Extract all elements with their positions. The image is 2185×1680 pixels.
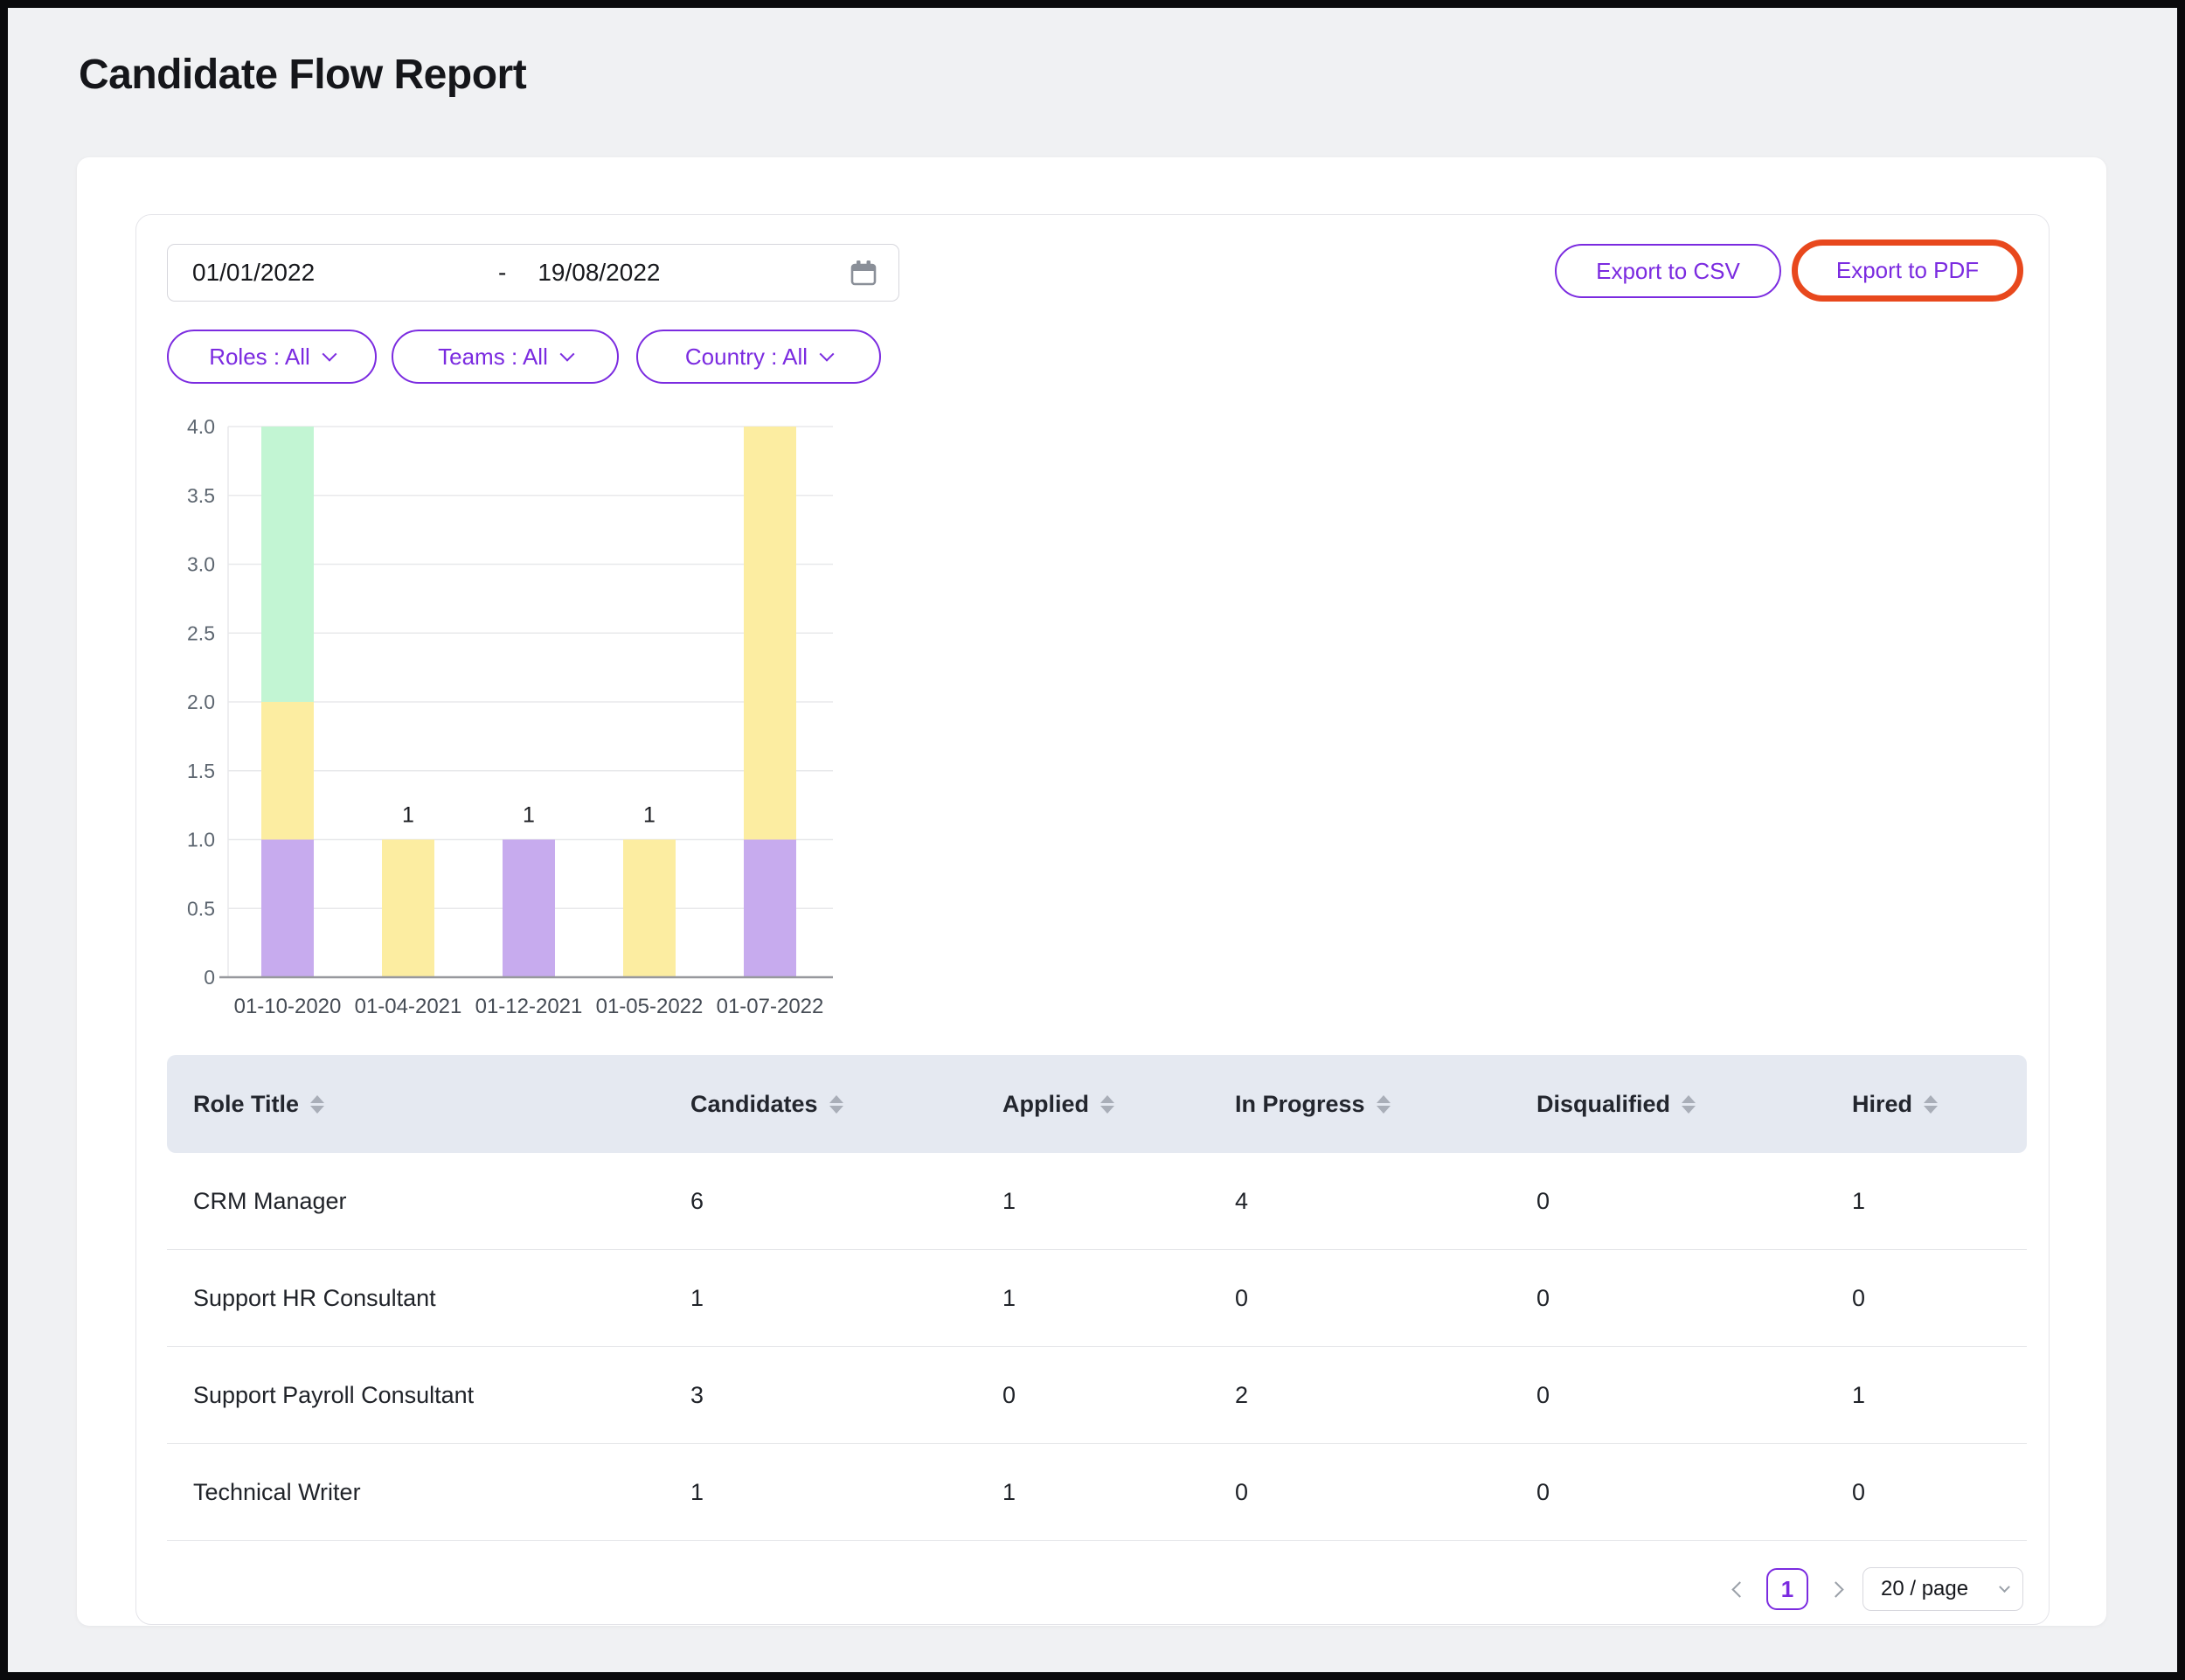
cell-value: 1 [1002,1285,1235,1312]
column-label: Role Title [193,1091,299,1118]
page-number-button[interactable]: 1 [1766,1568,1808,1610]
cell-role-title: Technical Writer [193,1479,690,1506]
sort-icon[interactable] [310,1095,324,1114]
svg-text:4.0: 4.0 [187,415,215,438]
cell-value: 1 [1852,1188,2027,1215]
cell-value: 0 [1536,1188,1852,1215]
cell-value: 1 [1002,1479,1235,1506]
cell-value: 0 [1235,1285,1536,1312]
page-title: Candidate Flow Report [79,51,526,99]
svg-text:0.5: 0.5 [187,897,215,920]
sort-icon[interactable] [1100,1095,1114,1114]
svg-text:2.0: 2.0 [187,691,215,713]
pagination: 1 20 / page [167,1563,2023,1615]
cell-value: 0 [1536,1382,1852,1409]
date-end-value: 19/08/2022 [538,259,660,287]
cell-role-title: Support HR Consultant [193,1285,690,1312]
table-row: Technical Writer11000 [167,1444,2027,1541]
export-pdf-button[interactable]: Export to PDF [1792,240,2023,302]
chevron-right-icon [1828,1581,1843,1597]
chevron-down-icon [559,347,574,362]
date-start-value: 01/01/2022 [192,259,498,287]
sort-icon[interactable] [1924,1095,1938,1114]
filter-teams[interactable]: Teams : All [392,330,619,384]
svg-text:01-04-2021: 01-04-2021 [355,995,462,1018]
chevron-down-icon [820,347,835,362]
cell-value: 0 [1852,1479,2027,1506]
cell-value: 0 [1852,1285,2027,1312]
next-page-button[interactable] [1826,1569,1845,1609]
page-size-value: 20 / page [1881,1577,1968,1601]
cell-value: 1 [690,1479,1002,1506]
svg-text:01-12-2021: 01-12-2021 [475,995,583,1018]
svg-text:2.5: 2.5 [187,621,215,644]
svg-text:3.0: 3.0 [187,553,215,576]
sort-icon[interactable] [1377,1095,1391,1114]
filter-roles-label: Roles : All [209,344,310,371]
svg-text:1: 1 [643,803,656,828]
svg-text:3.5: 3.5 [187,484,215,507]
table-row: Support Payroll Consultant30201 [167,1347,2027,1444]
column-header-hired[interactable]: Hired [1852,1091,2027,1118]
svg-text:1: 1 [402,803,414,828]
svg-text:1: 1 [523,803,535,828]
chart-area: 0 0.5 1.0 1.5 2.0 2.5 3.0 3.5 4.0 01-10-2020 1 01-0… [163,410,840,1037]
svg-text:01-05-2022: 01-05-2022 [596,995,704,1018]
cell-value: 6 [690,1188,1002,1215]
calendar-icon[interactable] [850,259,877,287]
table-header-row: Role Title Candidates Applied In Progress Di… [167,1055,2027,1153]
report-card: 01/01/2022 - 19/08/2022 Export to CSV Ex… [135,214,2050,1625]
table-body: CRM Manager61401Support HR Consultant110… [167,1153,2027,1541]
cell-value: 0 [1002,1382,1235,1409]
cell-value: 1 [1002,1188,1235,1215]
column-header-in-progress[interactable]: In Progress [1235,1091,1536,1118]
svg-text:0: 0 [204,966,215,989]
cell-value: 1 [690,1285,1002,1312]
column-header-candidates[interactable]: Candidates [690,1091,1002,1118]
prev-page-button[interactable] [1730,1569,1749,1609]
cell-value: 4 [1235,1188,1536,1215]
cell-value: 1 [1852,1382,2027,1409]
filter-country-label: Country : All [685,344,808,371]
cell-value: 3 [690,1382,1002,1409]
svg-text:1.0: 1.0 [187,829,215,851]
column-header-role-title[interactable]: Role Title [193,1091,690,1118]
sort-icon[interactable] [829,1095,843,1114]
svg-text:1.5: 1.5 [187,760,215,782]
cell-role-title: CRM Manager [193,1188,690,1215]
chevron-down-icon [322,347,336,362]
cell-value: 0 [1536,1285,1852,1312]
cell-role-title: Support Payroll Consultant [193,1382,690,1409]
cell-value: 2 [1235,1382,1536,1409]
page-size-select[interactable]: 20 / page [1862,1567,2023,1611]
candidate-flow-chart: 0 0.5 1.0 1.5 2.0 2.5 3.0 3.5 4.0 01-10-2020 1 01-0… [163,410,840,1032]
svg-text:01-07-2022: 01-07-2022 [717,995,824,1018]
filter-roles[interactable]: Roles : All [167,330,377,384]
column-header-disqualified[interactable]: Disqualified [1536,1091,1852,1118]
column-label: Hired [1852,1091,1912,1118]
chevron-left-icon [1731,1581,1747,1597]
date-range-input[interactable]: 01/01/2022 - 19/08/2022 [167,244,899,302]
table-row: CRM Manager61401 [167,1153,2027,1250]
table-row: Support HR Consultant11000 [167,1250,2027,1347]
column-header-applied[interactable]: Applied [1002,1091,1235,1118]
column-label: Candidates [690,1091,818,1118]
filter-teams-label: Teams : All [438,344,548,371]
sort-icon[interactable] [1682,1095,1696,1114]
export-csv-button[interactable]: Export to CSV [1555,244,1781,298]
column-label: Applied [1002,1091,1089,1118]
chevron-down-icon [1999,1581,2010,1593]
candidate-flow-table: Role Title Candidates Applied In Progress Di… [167,1055,2027,1541]
svg-text:01-10-2020: 01-10-2020 [234,995,342,1018]
filter-country[interactable]: Country : All [636,330,881,384]
date-separator: - [498,259,506,287]
column-label: In Progress [1235,1091,1365,1118]
cell-value: 0 [1536,1479,1852,1506]
column-label: Disqualified [1536,1091,1670,1118]
cell-value: 0 [1235,1479,1536,1506]
